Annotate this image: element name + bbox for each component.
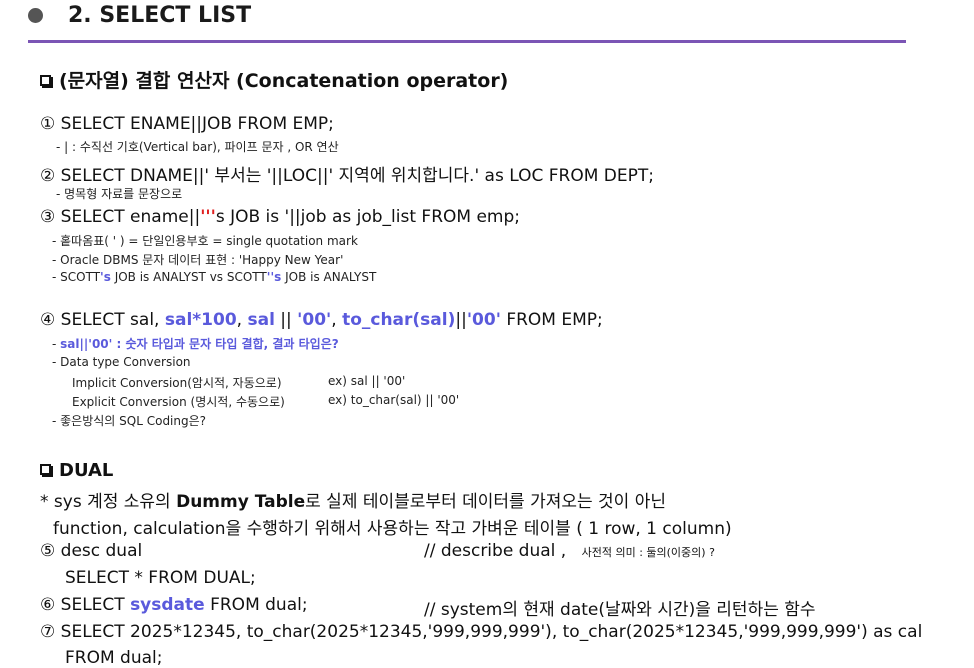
item-6-comment: // system의 현재 date(날짜와 시간)을 리턴하는 함수 [424,600,816,620]
implicit-conversion-label: Implicit Conversion(암시적, 자동으로) [72,376,282,390]
page-title: 2. SELECT LIST [68,3,252,28]
item-number: ① [40,114,56,134]
sql-part: FROM dual; [204,595,308,615]
sql-highlight: '00' [297,310,332,330]
sql-part: SELECT [60,595,131,615]
section-concat-title: (문자열) 결합 연산자 (Concatenation operator) [59,70,509,92]
checkbox-bullet-icon [40,75,51,86]
note-highlight: 's [100,270,111,284]
sql-highlight: sal*100 [164,310,237,330]
comment-small: 사전적 의미 : 둘의(이중의) ? [581,546,715,559]
item-7: ⑦ SELECT 2025*12345, to_char(2025*12345,… [40,622,922,642]
sql-part: || [274,310,298,330]
item-number: ⑤ [40,541,56,561]
item-5-sql: desc dual [60,541,143,561]
sql-highlight: '00' [466,310,501,330]
sql-part: FROM EMP; [500,310,603,330]
item-7-sql: SELECT 2025*12345, to_char(2025*12345,'9… [60,622,923,642]
item-7-line-2: FROM dual; [65,648,163,668]
item-5: ⑤ desc dual [40,541,142,561]
sql-part: SELECT sal, [60,310,165,330]
implicit-conversion-example: ex) sal || '00' [328,374,406,388]
item-1-sql: SELECT ENAME||JOB FROM EMP; [60,114,334,134]
item-1-note: - | : 수직선 기호(Vertical bar), 파이프 문자 , OR … [56,140,339,154]
sql-highlight: to_char(sal) [342,310,456,330]
item-4-note-2: - Data type Conversion [52,355,191,369]
item-4-note-5: - 좋은방식의 SQL Coding은? [52,414,207,428]
sql-highlight: sal [247,310,275,330]
item-3-note-2: - Oracle DBMS 문자 데이터 표현 : 'Happy New Yea… [52,253,344,267]
note-text: - [52,337,61,351]
item-2-note: - 명목형 자료를 문장으로 [56,187,183,201]
item-number: ⑥ [40,595,56,615]
item-3-note-1: - 홑따옴표( ' ) = 단일인용부호 = single quotation … [52,234,358,248]
dual-description-2: function, calculation을 수행하기 위해서 사용하는 작고 … [53,519,732,539]
desc-text: 로 실제 테이블로부터 데이터를 가져오는 것이 아닌 [305,492,667,512]
item-2: ② SELECT DNAME||' 부서는 '||LOC||' 지역에 위치합니… [40,161,654,186]
item-number: ③ [40,207,56,227]
dual-description-1: * sys 계정 소유의 Dummy Table로 실제 테이블로부터 데이터를… [40,487,666,512]
sql-highlight: sysdate [130,595,205,615]
item-5-line-2: SELECT * FROM DUAL; [65,568,256,588]
comment-text: // describe dual , [424,541,567,561]
item-3-quote-highlight: ''' [200,207,216,227]
item-6: ⑥ SELECT sysdate FROM dual; [40,595,308,615]
section-dual-title: DUAL [59,460,114,481]
item-5-comment: // describe dual , 사전적 의미 : 둘의(이중의) ? [424,541,715,561]
note-text: JOB is ANALYST [281,270,377,284]
explicit-conversion-label: Explicit Conversion (명시적, 수동으로) [72,395,285,409]
note-text: JOB is ANALYST vs SCOTT [110,270,267,284]
section-concat-heading: (문자열) 결합 연산자 (Concatenation operator) [40,66,508,93]
note-highlight: ''s [266,270,282,284]
note-text: - SCOTT [52,270,101,284]
sql-part: , [236,310,248,330]
checkbox-bullet-icon [40,464,51,475]
sql-part: || [455,310,467,330]
section-dual-heading: DUAL [40,460,113,481]
sql-part: , [331,310,343,330]
explicit-conversion-example: ex) to_char(sal) || '00' [328,393,460,407]
desc-emphasis: Dummy Table [176,492,306,512]
title-bullet [28,8,43,23]
item-3-sql-part: s JOB is '||job as job_list FROM emp; [215,207,521,227]
item-number: ④ [40,310,56,330]
item-3-sql-part: SELECT ename|| [60,207,201,227]
desc-text: * sys 계정 소유의 [40,492,177,512]
item-number: ② [40,166,56,186]
item-3: ③ SELECT ename||'''s JOB is '||job as jo… [40,207,520,227]
item-4: ④ SELECT sal, sal*100, sal || '00', to_c… [40,310,603,330]
item-number: ⑦ [40,622,56,642]
item-3-note-3: - SCOTT's JOB is ANALYST vs SCOTT''s JOB… [52,270,376,284]
note-highlight: sal||'00' : 숫자 타입과 문자 타입 결합, 결과 타입은? [60,337,339,351]
item-4-note-1: - sal||'00' : 숫자 타입과 문자 타입 결합, 결과 타입은? [52,335,339,352]
item-2-sql: SELECT DNAME||' 부서는 '||LOC||' 지역에 위치합니다.… [60,166,654,186]
title-divider [28,40,906,43]
item-1: ① SELECT ENAME||JOB FROM EMP; [40,114,334,134]
